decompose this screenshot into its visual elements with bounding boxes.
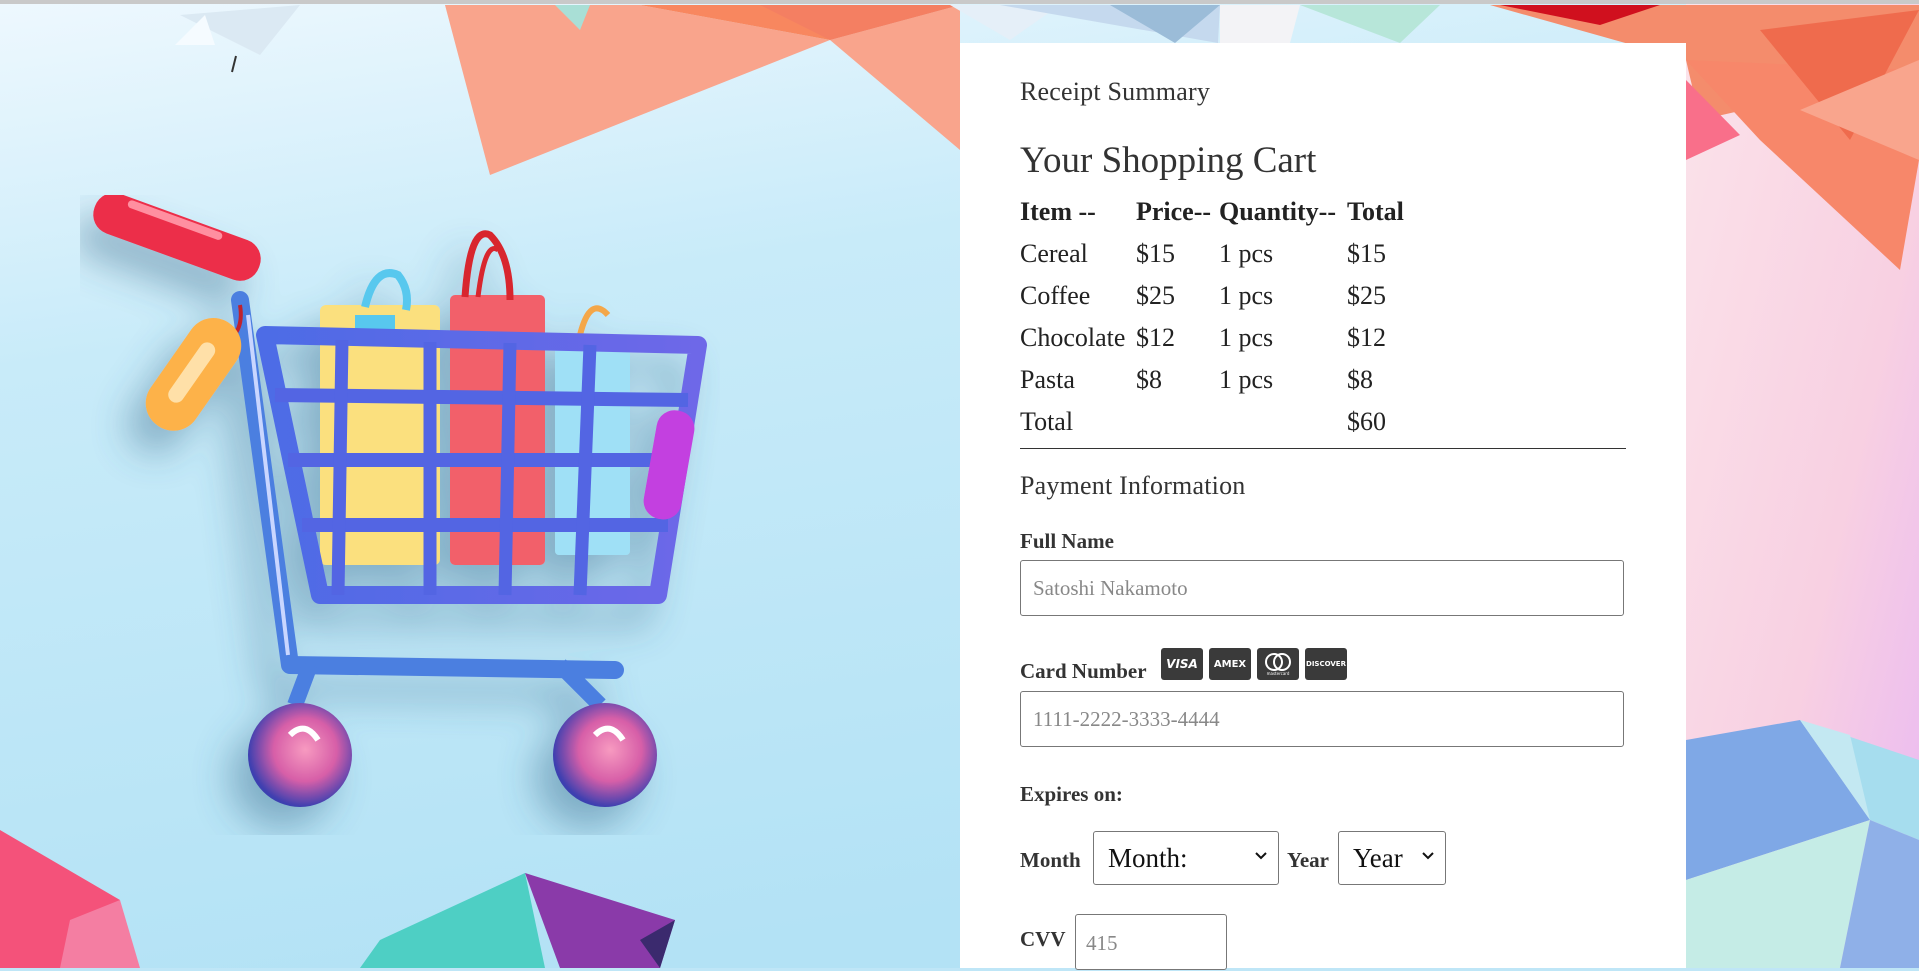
table-row: Chocolate $12 1 pcs $12: [1020, 317, 1427, 359]
item-total: $12: [1347, 323, 1386, 352]
item-quantity: 1 pcs: [1219, 281, 1274, 310]
cvv-input[interactable]: 415: [1075, 914, 1227, 970]
total-label: Total: [1020, 407, 1074, 436]
year-select[interactable]: Year: [1338, 831, 1446, 885]
card-number-input[interactable]: 1111-2222-3333-4444: [1020, 691, 1624, 747]
item-name: Coffee: [1020, 281, 1091, 310]
full-name-input[interactable]: Satoshi Nakamoto: [1020, 560, 1624, 616]
receipt-summary-heading: Receipt Summary: [1020, 77, 1211, 106]
table-row: Cereal $15 1 pcs $15: [1020, 233, 1427, 275]
total-value: $60: [1347, 407, 1386, 436]
chevron-down-icon: [1422, 852, 1434, 860]
item-total: $25: [1347, 281, 1386, 310]
year-select-value: Year: [1353, 843, 1403, 873]
item-quantity: 1 pcs: [1219, 365, 1274, 394]
mastercard-icon: mastercard: [1257, 648, 1299, 680]
month-select-value: Month:: [1108, 843, 1188, 873]
shopping-cart-illustration: [93, 195, 707, 807]
col-quantity-header: Quantity--: [1219, 197, 1336, 226]
chevron-down-icon: [1255, 852, 1267, 860]
cart-total-row: Total $60: [1020, 401, 1427, 443]
full-name-label: Full Name: [1020, 529, 1114, 553]
col-item-header: Item --: [1020, 197, 1096, 226]
col-total-header: Total: [1347, 197, 1404, 226]
expires-on-label: Expires on:: [1020, 782, 1123, 806]
visa-icon: VISA: [1161, 648, 1203, 680]
cart-divider: [1020, 448, 1626, 449]
year-label: Year: [1287, 848, 1329, 872]
card-brand-icons: VISA AMEX mastercard DISCOVER: [1161, 648, 1347, 680]
item-quantity: 1 pcs: [1219, 323, 1274, 352]
item-total: $8: [1347, 365, 1373, 394]
item-price: $12: [1136, 323, 1175, 352]
table-row: Coffee $25 1 pcs $25: [1020, 275, 1427, 317]
item-quantity: 1 pcs: [1219, 239, 1274, 268]
item-name: Chocolate: [1020, 323, 1126, 352]
month-label: Month: [1020, 848, 1081, 872]
item-total: $15: [1347, 239, 1386, 268]
amex-icon: AMEX: [1209, 648, 1251, 680]
cvv-label: CVV: [1020, 927, 1066, 951]
discover-icon: DISCOVER: [1305, 648, 1347, 680]
item-name: Pasta: [1020, 365, 1075, 394]
shopping-cart-title: Your Shopping Cart: [1020, 140, 1317, 181]
item-price: $8: [1136, 365, 1162, 394]
card-number-label: Card Number: [1020, 659, 1147, 683]
table-row: Pasta $8 1 pcs $8: [1020, 359, 1427, 401]
item-name: Cereal: [1020, 239, 1088, 268]
item-price: $15: [1136, 239, 1175, 268]
payment-information-heading: Payment Information: [1020, 471, 1246, 500]
checkout-panel: Receipt Summary Your Shopping Cart Item …: [960, 43, 1686, 970]
cart-header-row: Item -- Price-- Quantity-- Total: [1020, 191, 1427, 233]
col-price-header: Price--: [1136, 197, 1212, 226]
browser-top-border: [0, 0, 1919, 4]
item-price: $25: [1136, 281, 1175, 310]
month-select[interactable]: Month:: [1093, 831, 1279, 885]
cart-table: Item -- Price-- Quantity-- Total Cereal …: [1020, 191, 1427, 443]
